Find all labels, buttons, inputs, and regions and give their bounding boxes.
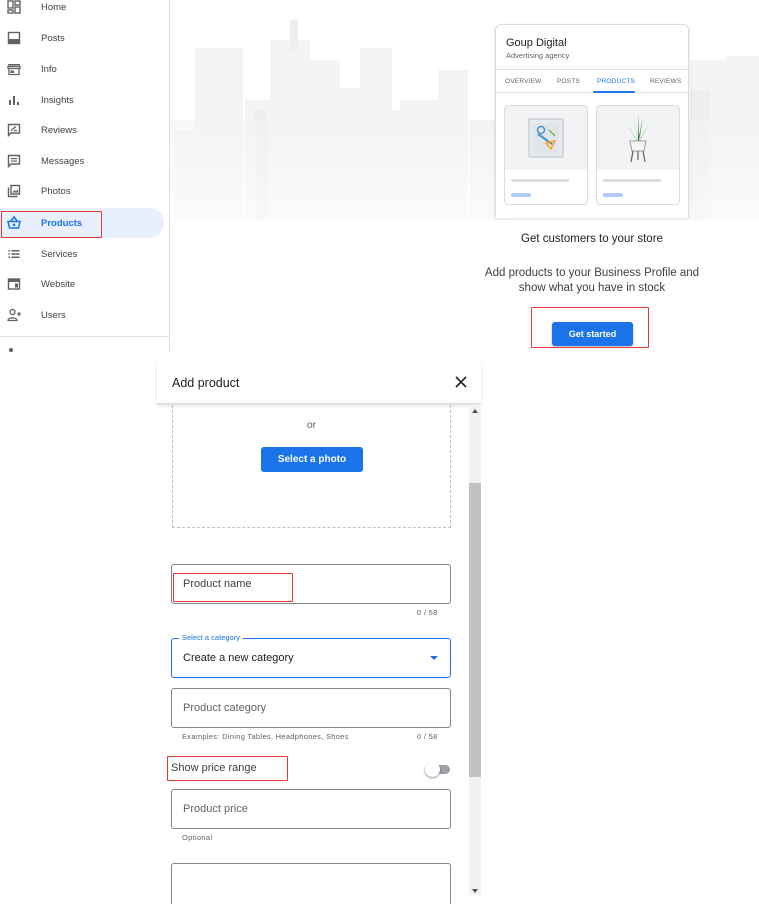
sidebar-item-label: Posts (41, 32, 65, 44)
posts-icon (6, 30, 22, 46)
placeholder-price (603, 193, 623, 197)
or-separator: or (306, 419, 317, 431)
product-price-input[interactable]: Product price (171, 789, 451, 829)
sidebar-divider (0, 336, 169, 337)
bar-chart-icon (6, 92, 22, 108)
sidebar-item-products[interactable]: Products (0, 208, 164, 238)
dashboard-icon (6, 0, 22, 15)
list-icon (6, 246, 22, 262)
storefront-icon (6, 61, 22, 77)
product-art-icon (528, 118, 564, 158)
sidebar-item-label: Products (41, 217, 83, 229)
get-started-button[interactable]: Get started (552, 322, 633, 346)
product-tile (504, 105, 588, 205)
sidebar-item-home[interactable]: Home (0, 0, 164, 22)
sidebar-item-label: Messages (41, 155, 85, 167)
tab-posts: POSTS (557, 78, 581, 85)
sidebar-item-reviews[interactable]: Reviews (0, 115, 164, 145)
scroll-up-arrow[interactable] (472, 409, 478, 413)
scroll-down-arrow[interactable] (472, 889, 478, 893)
product-image (597, 106, 679, 170)
product-description-input[interactable] (171, 863, 451, 904)
photo-dropzone[interactable]: or Select a photo (172, 405, 451, 528)
sidebar-item-website[interactable]: Website (0, 269, 164, 299)
category-select[interactable]: Select a category Create a new category (171, 633, 451, 678)
sidebar-item-label: Website (41, 278, 76, 290)
sidebar-item-label: Photos (41, 185, 71, 197)
plant-icon (627, 114, 650, 163)
add-user-icon (6, 307, 22, 323)
dialog-header: Add product (157, 360, 481, 404)
business-profile-preview: Goup Digital Advertising agency OVERVIEW… (495, 24, 689, 218)
sidebar-item-label: Info (41, 63, 57, 75)
product-category-input[interactable]: Product category (171, 688, 451, 728)
placeholder-price (511, 193, 531, 197)
sidebar-item-posts[interactable]: Posts (0, 23, 164, 53)
product-category-placeholder: Product category (183, 702, 267, 714)
cta-title: Get customers to your store (521, 233, 663, 245)
sidebar-more-indicator (9, 348, 13, 352)
product-tile (596, 105, 680, 205)
sidebar-item-label: Services (41, 248, 78, 260)
photos-icon (6, 183, 22, 199)
business-name: Goup Digital (506, 37, 567, 49)
price-range-toggle-knob[interactable] (425, 762, 440, 777)
sidebar-item-label: Reviews (41, 124, 77, 136)
dialog-title: Add product (172, 376, 240, 390)
tab-overview: OVERVIEW (505, 78, 542, 85)
sidebar-item-label: Users (41, 309, 66, 321)
business-type: Advertising agency (506, 51, 570, 60)
product-name-input[interactable]: Product name (171, 564, 451, 604)
sidebar-item-photos[interactable]: Photos (0, 176, 164, 206)
sidebar-item-services[interactable]: Services (0, 239, 164, 269)
sidebar-item-insights[interactable]: Insights (0, 85, 164, 115)
sidebar-item-label: Home (41, 1, 67, 13)
product-price-placeholder: Product price (183, 803, 248, 815)
preview-tabs: OVERVIEW POSTS PRODUCTS REVIEWS (496, 69, 688, 93)
product-category-counter: 0 / 58 (417, 732, 438, 741)
tab-reviews: REVIEWS (650, 78, 682, 85)
scroll-thumb[interactable] (469, 483, 481, 777)
placeholder-line (603, 179, 661, 182)
select-photo-button[interactable]: Select a photo (261, 447, 363, 472)
chevron-down-icon (430, 656, 438, 660)
sidebar-item-label: Insights (41, 94, 74, 106)
dialog-scrollbar[interactable] (469, 405, 481, 895)
cta-description: Add products to your Business Profile an… (484, 267, 700, 294)
product-price-helper: Optional (182, 833, 213, 842)
sidebar-item-messages[interactable]: Messages (0, 146, 164, 176)
sidebar-item-users[interactable]: Users (0, 300, 164, 330)
product-name-counter: 0 / 58 (417, 608, 438, 617)
category-select-value: Create a new category (183, 652, 294, 664)
active-tab-indicator (593, 91, 635, 93)
product-category-helper: Examples: Dining Tables, Headphones, Sho… (182, 732, 349, 741)
show-price-range-label: Show price range (171, 762, 257, 774)
messages-icon (6, 153, 22, 169)
close-icon[interactable] (453, 374, 469, 390)
tab-products: PRODUCTS (597, 78, 636, 85)
sidebar-item-info[interactable]: Info (0, 54, 164, 84)
reviews-icon (6, 122, 22, 138)
basket-icon (6, 215, 22, 231)
product-name-placeholder: Product name (183, 578, 252, 590)
sidebar-nav: Home Posts Info Insights Reviews Message… (0, 0, 170, 352)
product-image (505, 106, 587, 170)
website-icon (6, 276, 22, 292)
placeholder-line (511, 179, 569, 182)
category-select-label: Select a category (179, 633, 243, 642)
